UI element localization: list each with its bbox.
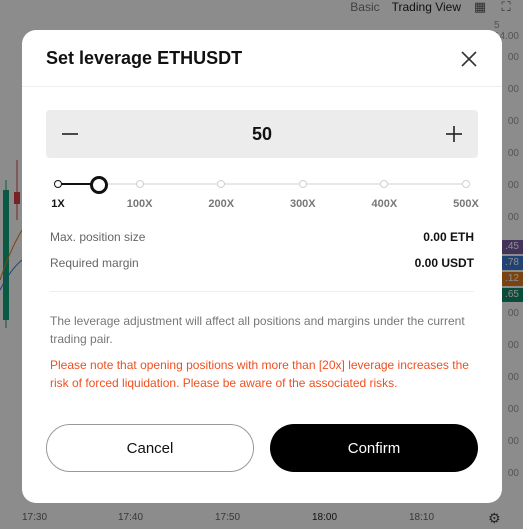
header-divider: [22, 86, 502, 87]
leverage-dialog: Set leverage ETHUSDT 50 1X 100X 200X 300X 40…: [22, 30, 502, 503]
slider-step-dot[interactable]: [462, 180, 470, 188]
slider-handle[interactable]: [89, 176, 108, 194]
slider-step-dot[interactable]: [298, 180, 307, 188]
leverage-value[interactable]: 50: [94, 110, 430, 158]
cancel-button[interactable]: Cancel: [46, 424, 254, 472]
leverage-slider[interactable]: 1X 100X 200X 300X 400X 500X: [46, 170, 479, 210]
max-position-value: 0.00 ETH: [423, 230, 474, 244]
slider-tick-label[interactable]: 100X: [127, 198, 153, 210]
required-margin-row: Required margin 0.00 USDT: [50, 256, 474, 270]
risk-warning: Please note that opening positions with …: [50, 358, 469, 390]
close-icon: [461, 51, 477, 67]
slider-tick-label[interactable]: 500X: [453, 198, 479, 210]
adjustment-note: The leverage adjustment will affect all …: [50, 314, 465, 346]
slider-step-dot[interactable]: [54, 180, 62, 188]
slider-tick-label[interactable]: 300X: [290, 198, 316, 210]
max-position-label: Max. position size: [50, 230, 146, 244]
close-button[interactable]: [458, 48, 480, 70]
slider-tick-label[interactable]: 200X: [208, 198, 234, 210]
slider-step-dot[interactable]: [217, 180, 226, 188]
leverage-stepper: 50: [46, 110, 478, 158]
increase-button[interactable]: [430, 110, 478, 158]
minus-icon: [62, 133, 78, 135]
decrease-button[interactable]: [46, 110, 94, 158]
slider-tick-label[interactable]: 1X: [51, 198, 64, 210]
slider-track[interactable]: [58, 183, 466, 185]
plus-icon: [446, 126, 462, 142]
confirm-button[interactable]: Confirm: [270, 424, 478, 472]
slider-step-dot[interactable]: [380, 180, 389, 188]
slider-step-dot[interactable]: [135, 180, 144, 188]
max-position-row: Max. position size 0.00 ETH: [50, 230, 474, 244]
slider-tick-label[interactable]: 400X: [372, 198, 398, 210]
required-margin-label: Required margin: [50, 256, 139, 270]
dialog-title: Set leverage ETHUSDT: [46, 48, 243, 68]
required-margin-value: 0.00 USDT: [414, 256, 474, 270]
section-divider: [50, 291, 474, 292]
